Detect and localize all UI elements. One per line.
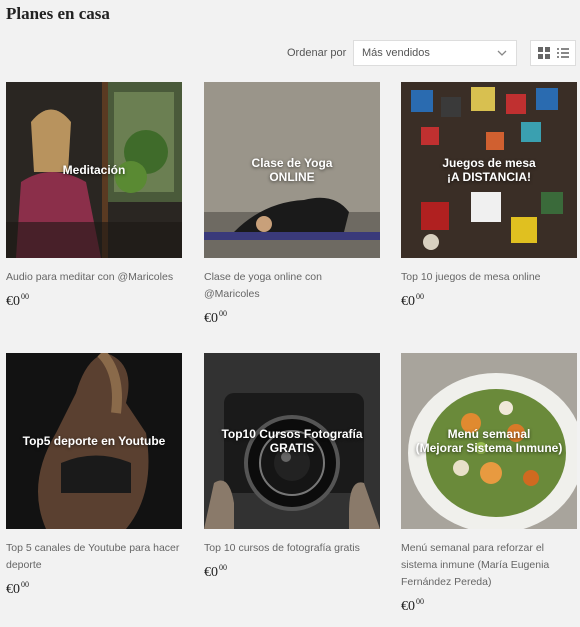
product-overlay-title: Meditación [62, 163, 126, 177]
price-cents: 00 [21, 292, 29, 301]
price-cents: 00 [416, 597, 424, 606]
product-name[interactable]: Clase de yoga online con @Maricoles [204, 269, 380, 303]
price-main: €0 [204, 565, 218, 580]
product-overlay-title: Top10 Cursos Fotografía GRATIS [221, 427, 363, 455]
product-overlay-title: Clase de Yoga ONLINE [251, 156, 333, 184]
product-price: €000 [401, 292, 577, 310]
page-title: Planes en casa [6, 4, 110, 23]
product-card: Meditación Audio para meditar con @Maric… [6, 82, 182, 310]
product-price: €000 [204, 309, 380, 327]
price-main: €0 [204, 311, 218, 326]
product-name[interactable]: Top 10 juegos de mesa online [401, 269, 577, 286]
price-cents: 00 [416, 292, 424, 301]
product-image-menu[interactable]: Menú semanal (Mejorar Sistema Inmune) [401, 353, 577, 529]
product-overlay-title: Menú semanal (Mejorar Sistema Inmune) [415, 427, 563, 455]
product-card: Juegos de mesa ¡A DISTANCIA! Top 10 jueg… [401, 82, 577, 310]
product-overlay-title: Top5 deporte en Youtube [22, 434, 166, 448]
list-view-icon[interactable] [556, 46, 570, 60]
sort-label: Ordenar por [287, 47, 347, 59]
product-card: Top10 Cursos Fotografía GRATIS Top 10 cu… [204, 353, 380, 581]
product-name[interactable]: Audio para meditar con @Maricoles [6, 269, 182, 286]
product-image-photography[interactable]: Top10 Cursos Fotografía GRATIS [204, 353, 380, 529]
product-price: €000 [204, 563, 380, 581]
product-overlay-title: Juegos de mesa ¡A DISTANCIA! [442, 156, 536, 184]
product-price: €000 [6, 292, 182, 310]
product-card: Top5 deporte en Youtube Top 5 canales de… [6, 353, 182, 598]
product-card: Menú semanal (Mejorar Sistema Inmune) Me… [401, 353, 577, 615]
price-main: €0 [401, 294, 415, 309]
price-main: €0 [401, 599, 415, 614]
sort-selected-value: Más vendidos [362, 47, 430, 59]
grid-view-icon[interactable] [537, 46, 551, 60]
product-name[interactable]: Top 5 canales de Youtube para hacer depo… [6, 540, 182, 574]
product-name[interactable]: Top 10 cursos de fotografía gratis [204, 540, 380, 557]
sort-select[interactable]: Más vendidos [353, 40, 517, 66]
price-cents: 00 [219, 563, 227, 572]
product-image-meditation[interactable]: Meditación [6, 82, 182, 258]
product-image-sport[interactable]: Top5 deporte en Youtube [6, 353, 182, 529]
view-toggle [530, 40, 576, 66]
product-image-yoga[interactable]: Clase de Yoga ONLINE [204, 82, 380, 258]
product-price: €000 [6, 580, 182, 598]
product-image-board-games[interactable]: Juegos de mesa ¡A DISTANCIA! [401, 82, 577, 258]
price-cents: 00 [219, 309, 227, 318]
price-main: €0 [6, 582, 20, 597]
chevron-down-icon [497, 50, 507, 56]
product-name[interactable]: Menú semanal para reforzar el sistema in… [401, 540, 577, 591]
price-cents: 00 [21, 580, 29, 589]
product-card: Clase de Yoga ONLINE Clase de yoga onlin… [204, 82, 380, 327]
price-main: €0 [6, 294, 20, 309]
product-price: €000 [401, 597, 577, 615]
